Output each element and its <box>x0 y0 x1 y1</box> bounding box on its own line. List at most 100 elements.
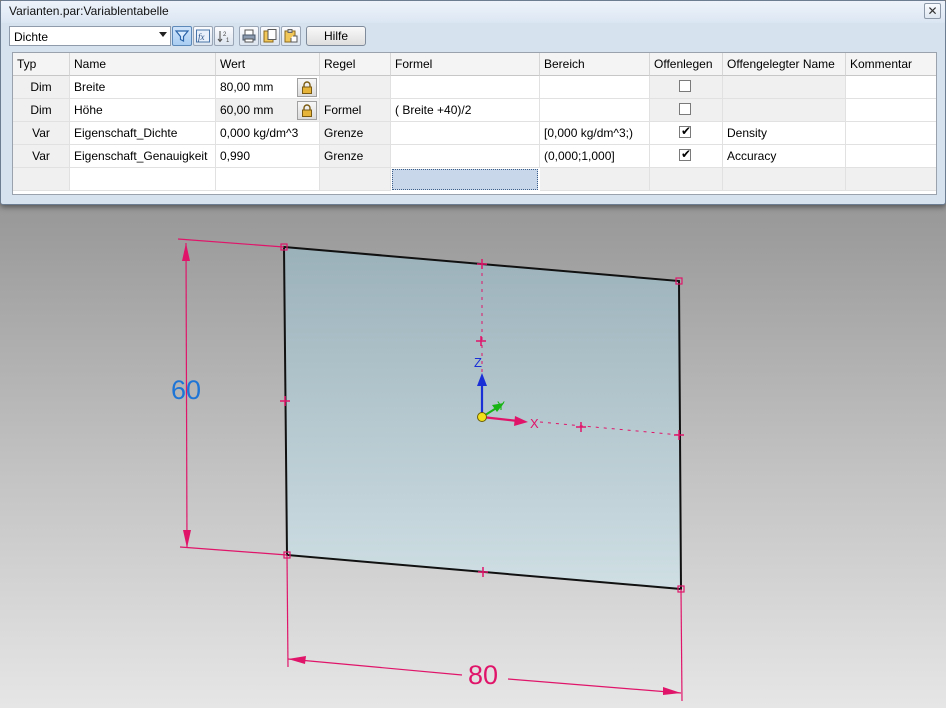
cell-kommentar[interactable] <box>846 122 936 145</box>
cell-offengelegter-name[interactable] <box>723 76 846 99</box>
window-title: Varianten.par:Variablentabelle <box>9 4 169 18</box>
sort-icon: 2 1 <box>217 31 230 44</box>
checkmark-icon: ✔ <box>681 124 692 138</box>
dimension-height-value[interactable]: 60 <box>171 375 201 406</box>
cad-viewport[interactable]: Z Y X 60 80 <box>0 205 946 708</box>
column-header-bereich[interactable]: Bereich <box>540 53 650 76</box>
filter-combobox-value: Dichte <box>14 30 49 44</box>
cell-typ[interactable]: Var <box>13 122 70 145</box>
svg-text:fx: fx <box>198 32 205 42</box>
help-button[interactable]: Hilfe <box>306 26 366 46</box>
cell-wert[interactable]: 0,000 kg/dm^3 <box>216 122 320 145</box>
cell-regel[interactable] <box>320 76 391 99</box>
cell-kommentar[interactable] <box>846 168 936 191</box>
cell-offenlegen[interactable] <box>650 168 723 191</box>
cell-bereich[interactable]: (0,000;1,000] <box>540 145 650 168</box>
cell-formel-selected[interactable] <box>392 169 538 190</box>
lock-button[interactable] <box>297 78 317 97</box>
cell-offengelegter-name[interactable] <box>723 99 846 122</box>
print-button[interactable] <box>239 26 259 46</box>
column-header-wert[interactable]: Wert <box>216 53 320 76</box>
table-row[interactable]: Dim Breite 80,00 mm <box>13 76 936 99</box>
cell-name[interactable]: Höhe <box>70 99 216 122</box>
chevron-down-icon[interactable] <box>159 32 167 37</box>
cell-kommentar[interactable] <box>846 145 936 168</box>
cell-kommentar[interactable] <box>846 99 936 122</box>
lock-button[interactable] <box>297 101 317 120</box>
formula-icon: fx <box>196 29 210 43</box>
cell-wert[interactable]: 0,990 <box>216 145 320 168</box>
cell-formel[interactable]: ( Breite +40)/2 <box>391 99 540 122</box>
axis-label-y: Y <box>497 399 505 413</box>
cell-name[interactable]: Eigenschaft_Genauigkeit <box>70 145 216 168</box>
table-row-new[interactable] <box>13 168 936 191</box>
column-header-typ[interactable]: Typ <box>13 53 70 76</box>
column-header-name[interactable]: Name <box>70 53 216 76</box>
table-row[interactable]: Var Eigenschaft_Genauigkeit 0,990 Grenze… <box>13 145 936 168</box>
copy-icon <box>263 29 277 43</box>
cell-offenlegen <box>650 99 723 122</box>
lock-icon <box>302 104 312 117</box>
column-header-kommentar[interactable]: Kommentar <box>846 53 936 76</box>
cell-typ[interactable]: Dim <box>13 76 70 99</box>
arrow-head <box>663 687 681 695</box>
offenlegen-checkbox[interactable] <box>679 80 691 92</box>
cell-offengelegter-name[interactable] <box>723 168 846 191</box>
column-header-offengelegter-name[interactable]: Offengelegter Name <box>723 53 846 76</box>
paste-button[interactable] <box>281 26 301 46</box>
copy-button[interactable] <box>260 26 280 46</box>
cell-typ[interactable] <box>13 168 70 191</box>
toolbar: Dichte fx 2 1 Hilfe <box>7 25 939 49</box>
cell-bereich[interactable]: [0,000 kg/dm^3;) <box>540 122 650 145</box>
cell-wert[interactable]: 60,00 mm <box>216 99 320 122</box>
offenlegen-checkbox[interactable]: ✔ <box>679 147 691 161</box>
cell-kommentar[interactable] <box>846 76 936 99</box>
filter-icon <box>174 30 190 42</box>
offenlegen-checkbox[interactable] <box>679 103 691 115</box>
sketch-canvas: Z Y X <box>177 238 685 702</box>
variable-table-window: Varianten.par:Variablentabelle ✕ Dichte … <box>0 0 946 205</box>
dimension-width-value[interactable]: 80 <box>468 660 498 691</box>
cell-offenlegen <box>650 76 723 99</box>
close-icon: ✕ <box>927 4 938 18</box>
arrow-head <box>182 243 190 261</box>
cell-offengelegter-name[interactable]: Density <box>723 122 846 145</box>
lock-icon <box>302 81 312 94</box>
cell-regel[interactable]: Grenze <box>320 122 391 145</box>
cell-typ[interactable]: Dim <box>13 99 70 122</box>
cell-formel[interactable] <box>391 145 540 168</box>
cell-regel[interactable]: Formel <box>320 99 391 122</box>
cell-wert[interactable]: 80,00 mm <box>216 76 320 99</box>
cell-regel[interactable] <box>320 168 391 191</box>
cell-typ[interactable]: Var <box>13 145 70 168</box>
cell-name[interactable] <box>70 168 216 191</box>
cell-name[interactable]: Eigenschaft_Dichte <box>70 122 216 145</box>
cell-wert-value: 60,00 mm <box>220 103 274 117</box>
cell-offenlegen: ✔ <box>650 145 723 168</box>
cell-formel[interactable] <box>391 122 540 145</box>
title-bar[interactable]: Varianten.par:Variablentabelle ✕ <box>1 1 945 23</box>
column-header-offenlegen[interactable]: Offenlegen <box>650 53 723 76</box>
column-header-formel[interactable]: Formel <box>391 53 540 76</box>
offenlegen-checkbox[interactable]: ✔ <box>679 124 692 138</box>
cell-offengelegter-name[interactable]: Accuracy <box>723 145 846 168</box>
cell-wert[interactable] <box>216 168 320 191</box>
formula-button[interactable]: fx <box>193 26 213 46</box>
cell-bereich[interactable] <box>540 168 650 191</box>
cell-regel[interactable]: Grenze <box>320 145 391 168</box>
table-row[interactable]: Dim Höhe 60,00 mm Formel ( Breite +40)/2 <box>13 99 936 122</box>
cell-name[interactable]: Breite <box>70 76 216 99</box>
cell-wert-value: 80,00 mm <box>220 80 274 94</box>
filter-combobox[interactable]: Dichte <box>9 26 171 46</box>
filter-button[interactable] <box>172 26 192 46</box>
svg-text:1: 1 <box>226 38 230 44</box>
sort-button[interactable]: 2 1 <box>214 26 234 46</box>
cell-bereich[interactable] <box>540 76 650 99</box>
close-button[interactable]: ✕ <box>924 3 941 19</box>
cell-formel[interactable] <box>391 76 540 99</box>
paste-icon <box>284 29 298 43</box>
table-row[interactable]: Var Eigenschaft_Dichte 0,000 kg/dm^3 Gre… <box>13 122 936 145</box>
cell-bereich[interactable] <box>540 99 650 122</box>
column-header-regel[interactable]: Regel <box>320 53 391 76</box>
variable-table: Typ Name Wert Regel Formel Bereich Offen… <box>12 52 937 195</box>
